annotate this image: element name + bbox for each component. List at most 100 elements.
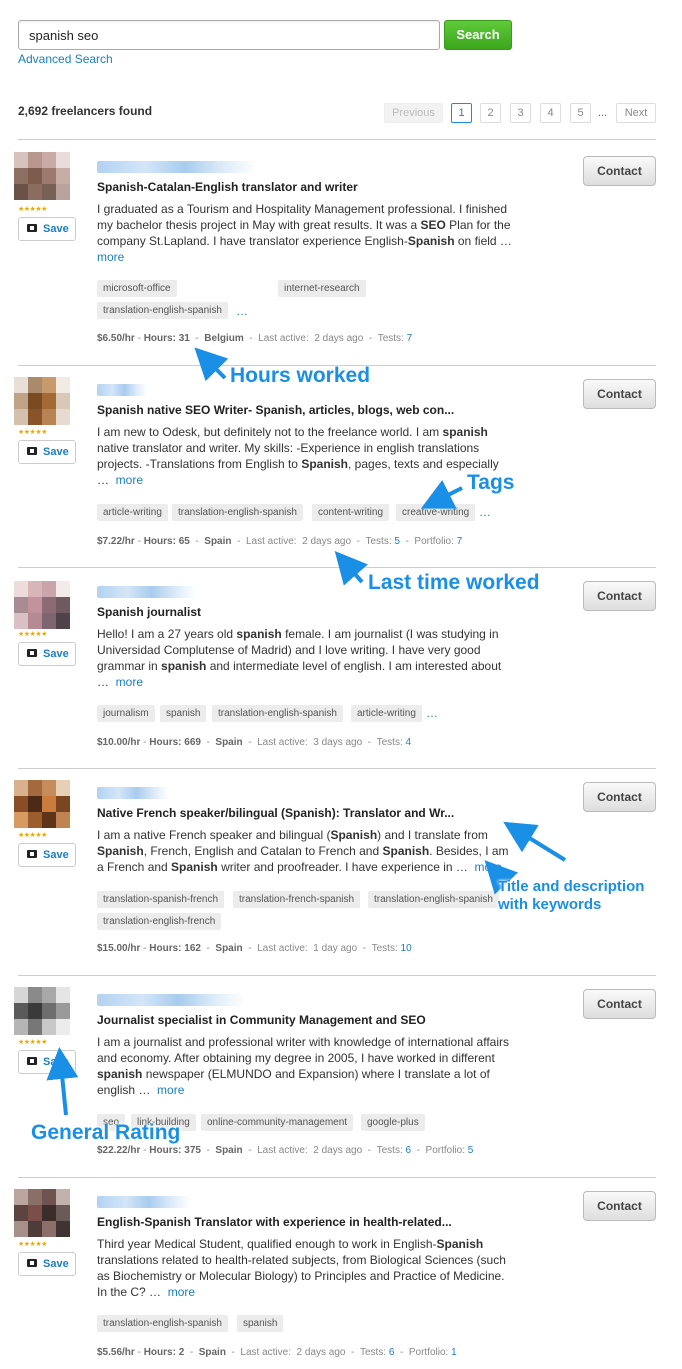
contact-button[interactable]: Contact [583, 782, 656, 812]
rating-stars: ★★★★★ [18, 1241, 47, 1248]
save-button[interactable]: Save [18, 843, 76, 867]
pager-ellipsis: ... [598, 107, 608, 119]
freelancer-name[interactable] [97, 994, 245, 1006]
more-link[interactable]: more [116, 473, 143, 487]
annotation-general-rating: General Rating [31, 1121, 181, 1144]
save-button[interactable]: Save [18, 1050, 76, 1074]
pager-page-5[interactable]: 5 [570, 103, 591, 123]
more-link[interactable]: more [157, 1083, 184, 1097]
skill-tag[interactable]: spanish [237, 1315, 284, 1332]
skill-tag[interactable]: translation-english-spanish [97, 1315, 228, 1332]
folder-icon [27, 850, 37, 858]
rating-stars: ★★★★★ [18, 206, 47, 213]
search-button[interactable]: Search [444, 20, 512, 50]
save-label: Save [43, 446, 69, 458]
advanced-search-link[interactable]: Advanced Search [18, 52, 113, 66]
skill-tag[interactable]: spanish [160, 705, 207, 722]
folder-icon [27, 224, 37, 232]
skill-tag[interactable]: translation-english-spanish [97, 302, 228, 319]
divider [18, 139, 656, 140]
freelancer-name[interactable] [97, 1196, 191, 1208]
folder-icon [27, 649, 37, 657]
freelancer-name[interactable] [97, 384, 147, 396]
freelancer-meta: $6.50/hr - Hours: 31 - Belgium - Last ac… [97, 333, 413, 344]
more-link[interactable]: more [116, 675, 143, 689]
skill-tag[interactable]: creative-writing [396, 504, 476, 521]
contact-button[interactable]: Contact [583, 1191, 656, 1221]
freelancer-name[interactable] [97, 586, 197, 598]
freelancer-description: I graduated as a Tourism and Hospitality… [97, 202, 516, 264]
skill-tag[interactable]: article-writing [351, 705, 422, 722]
pager-page-3[interactable]: 3 [510, 103, 531, 123]
skill-tag[interactable]: translation-french-spanish [233, 891, 361, 908]
contact-button[interactable]: Contact [583, 379, 656, 409]
freelancer-name[interactable] [97, 161, 257, 173]
skill-tag[interactable]: microsoft-office [97, 280, 177, 297]
search-input[interactable] [18, 20, 440, 50]
divider [18, 1177, 656, 1178]
freelancer-description: Hello! I am a 27 years old spanish femal… [97, 627, 502, 689]
skill-tag[interactable]: google-plus [361, 1114, 425, 1131]
freelancer-title[interactable]: Spanish journalist [97, 605, 201, 619]
arrow-title-desc-1 [503, 821, 567, 862]
save-button[interactable]: Save [18, 642, 76, 666]
annotation-title-desc-line1: Title and description [498, 878, 645, 895]
freelancer-title[interactable]: Spanish-Catalan-English translator and w… [97, 180, 358, 194]
skill-tag[interactable]: translation-english-french [97, 913, 222, 930]
freelancer-description: I am new to Odesk, but definitely not to… [97, 425, 499, 487]
contact-button[interactable]: Contact [583, 581, 656, 611]
pager-previous[interactable]: Previous [384, 103, 443, 123]
freelancer-name[interactable] [97, 787, 169, 799]
freelancer-meta: $5.56/hr - Hours: 2 - Spain - Last activ… [97, 1347, 457, 1358]
skill-tag[interactable]: translation-spanish-french [97, 891, 225, 908]
skill-tag[interactable]: journalism [97, 705, 155, 722]
tags-more-link[interactable]: … [479, 505, 491, 519]
skill-tag[interactable]: online-community-management [201, 1114, 354, 1131]
save-button[interactable]: Save [18, 1252, 76, 1276]
annotation-tags: Tags [467, 471, 515, 494]
avatar [14, 987, 70, 1035]
more-link[interactable]: more [97, 250, 124, 264]
freelancer-description: I am a native French speaker and bilingu… [97, 828, 509, 874]
skill-tag[interactable]: translation-english-spanish [212, 705, 343, 722]
divider [18, 975, 656, 976]
save-button[interactable]: Save [18, 217, 76, 241]
tags-more-link[interactable]: … [236, 304, 248, 318]
avatar [14, 581, 70, 629]
rating-stars: ★★★★★ [18, 429, 47, 436]
contact-button[interactable]: Contact [583, 156, 656, 186]
skill-tag[interactable]: article-writing [97, 504, 168, 521]
rating-stars: ★★★★★ [18, 832, 47, 839]
pager-page-4[interactable]: 4 [540, 103, 561, 123]
save-button[interactable]: Save [18, 440, 76, 464]
avatar [14, 152, 70, 200]
save-label: Save [43, 849, 69, 861]
skill-tag[interactable]: translation-english-spanish [172, 504, 303, 521]
arrow-tags [420, 479, 463, 509]
results-count: 2,692 freelancers found [18, 104, 153, 118]
contact-button[interactable]: Contact [583, 989, 656, 1019]
freelancer-title[interactable]: Journalist specialist in Community Manag… [97, 1013, 426, 1027]
pager-next[interactable]: Next [616, 103, 656, 123]
pagination: Previous 1 2 3 4 5 ... Next [384, 103, 656, 123]
pager-page-2[interactable]: 2 [480, 103, 501, 123]
folder-icon [27, 1259, 37, 1267]
skill-tag[interactable]: translation-english-spanish [368, 891, 499, 908]
pager-page-1[interactable]: 1 [451, 103, 472, 123]
skill-tag[interactable]: content-writing [312, 504, 390, 521]
avatar [14, 1189, 70, 1237]
arrow-last-active [334, 550, 368, 586]
freelancer-title[interactable]: Native French speaker/bilingual (Spanish… [97, 806, 454, 820]
more-link[interactable]: more [168, 1285, 195, 1299]
freelancer-title[interactable]: Spanish native SEO Writer- Spanish, arti… [97, 403, 454, 417]
save-label: Save [43, 223, 69, 235]
annotation-last-time-worked: Last time worked [368, 571, 540, 594]
more-link[interactable]: more [475, 860, 502, 874]
skill-tag[interactable]: internet-research [278, 280, 366, 297]
folder-icon [27, 447, 37, 455]
save-label: Save [43, 1258, 69, 1270]
avatar [14, 377, 70, 425]
search-bar: Search [18, 20, 512, 52]
tags-more-link[interactable]: … [426, 706, 438, 720]
freelancer-title[interactable]: English-Spanish Translator with experien… [97, 1215, 452, 1229]
